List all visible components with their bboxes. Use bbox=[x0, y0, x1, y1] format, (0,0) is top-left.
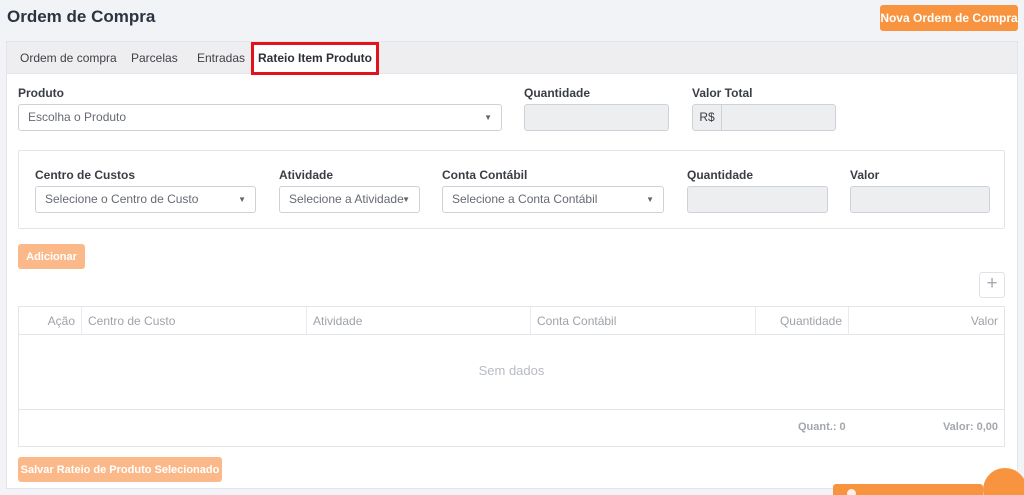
tab-ordem-de-compra[interactable]: Ordem de compra bbox=[20, 42, 117, 74]
allocation-quantidade-field[interactable] bbox=[687, 186, 828, 213]
tab-rateio-item-produto[interactable]: Rateio Item Produto bbox=[251, 42, 379, 75]
currency-prefix: R$ bbox=[692, 104, 722, 131]
chat-icon bbox=[847, 489, 856, 495]
new-purchase-order-button[interactable]: Nova Ordem de Compra bbox=[880, 5, 1018, 31]
conta-contabil-label: Conta Contábil bbox=[442, 168, 528, 182]
purchase-order-card: Ordem de compra Parcelas Entradas Rateio… bbox=[6, 41, 1018, 489]
conta-contabil-select-value: Selecione a Conta Contábil bbox=[452, 192, 598, 206]
conta-contabil-select[interactable]: Selecione a Conta Contábil ▼ bbox=[442, 186, 664, 213]
adicionar-button[interactable]: Adicionar bbox=[18, 244, 85, 269]
centro-de-custo-select[interactable]: Selecione o Centro de Custo ▼ bbox=[35, 186, 256, 213]
tab-entradas[interactable]: Entradas bbox=[197, 42, 245, 74]
column-header-valor[interactable]: Valor bbox=[849, 307, 1004, 335]
allocation-valor-label: Valor bbox=[850, 168, 880, 182]
grid-header: Ação Centro de Custo Atividade Conta Con… bbox=[19, 307, 1004, 335]
produto-select[interactable]: Escolha o Produto ▼ bbox=[18, 104, 502, 131]
allocation-quantidade-label: Quantidade bbox=[687, 168, 754, 182]
chevron-down-icon: ▼ bbox=[484, 113, 492, 122]
column-header-centro-de-custo[interactable]: Centro de Custo bbox=[82, 307, 307, 335]
quantidade-label: Quantidade bbox=[524, 86, 591, 100]
column-header-conta-contabil[interactable]: Conta Contábil bbox=[531, 307, 756, 335]
grid-footer: Quant.: 0 Valor: 0,00 bbox=[19, 409, 1004, 446]
atividade-select[interactable]: Selecione a Atividade ▼ bbox=[279, 186, 420, 213]
empty-state-text: Sem dados bbox=[478, 363, 545, 378]
tab-bar: Ordem de compra Parcelas Entradas Rateio… bbox=[7, 42, 1017, 75]
centro-de-custos-label: Centro de Custos bbox=[35, 168, 136, 182]
chat-widget-bar[interactable] bbox=[833, 484, 983, 495]
add-row-button[interactable]: + bbox=[979, 272, 1005, 298]
atividade-select-value: Selecione a Atividade bbox=[289, 192, 404, 206]
allocation-valor-field[interactable] bbox=[850, 186, 990, 213]
valor-total-field[interactable] bbox=[721, 104, 836, 131]
produto-label: Produto bbox=[18, 86, 64, 100]
atividade-label: Atividade bbox=[279, 168, 334, 182]
tab-parcelas[interactable]: Parcelas bbox=[131, 42, 178, 74]
allocation-form: Centro de Custos Selecione o Centro de C… bbox=[18, 150, 1005, 229]
allocation-grid: Ação Centro de Custo Atividade Conta Con… bbox=[18, 306, 1005, 447]
page-title: Ordem de Compra bbox=[7, 7, 156, 26]
chevron-down-icon: ▼ bbox=[238, 195, 246, 204]
footer-valor-total: Valor: 0,00 bbox=[942, 421, 998, 433]
column-header-quantidade[interactable]: Quantidade bbox=[756, 307, 849, 335]
centro-de-custo-select-value: Selecione o Centro de Custo bbox=[45, 192, 199, 206]
quantidade-field[interactable] bbox=[524, 104, 669, 131]
chevron-down-icon: ▼ bbox=[646, 195, 654, 204]
produto-select-value: Escolha o Produto bbox=[28, 110, 127, 124]
valor-total-label: Valor Total bbox=[692, 86, 753, 100]
salvar-rateio-button[interactable]: Salvar Rateio de Produto Selecionado bbox=[18, 457, 222, 482]
column-header-acao[interactable]: Ação bbox=[19, 307, 82, 335]
chevron-down-icon: ▼ bbox=[402, 195, 410, 204]
column-header-atividade[interactable]: Atividade bbox=[307, 307, 531, 335]
footer-quantidade-total: Quant.: 0 bbox=[798, 421, 846, 433]
